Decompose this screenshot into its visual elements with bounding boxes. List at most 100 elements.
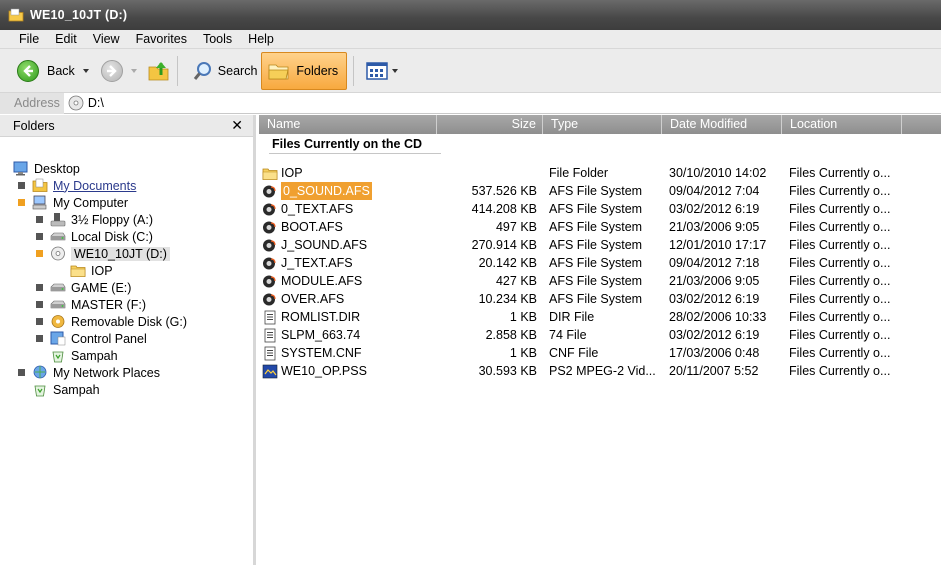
forward-arrow-icon bbox=[100, 59, 123, 82]
tree-item-label: GAME (E:) bbox=[71, 280, 132, 295]
folders-label: Folders bbox=[296, 63, 339, 78]
file-row[interactable]: OVER.AFS 10.234 KB AFS File System 03/02/20… bbox=[259, 290, 941, 308]
tree-item[interactable]: Control Panel bbox=[36, 330, 147, 347]
expand-toggle[interactable] bbox=[36, 250, 43, 257]
file-name-cell: SYSTEM.CNF bbox=[262, 344, 437, 362]
file-size: 30.593 KB bbox=[478, 364, 537, 378]
file-row[interactable]: J_SOUND.AFS 270.914 KB AFS File System 12/0… bbox=[259, 236, 941, 254]
tree-item[interactable]: Removable Disk (G:) bbox=[36, 313, 187, 330]
file-row[interactable]: IOP File Folder 30/10/2010 14:02 Files Curr… bbox=[259, 164, 941, 182]
column-type[interactable]: Type bbox=[543, 115, 662, 134]
file-row[interactable]: WE10_OP.PSS 30.593 KB PS2 MPEG-2 Vid... 20/… bbox=[259, 362, 941, 380]
chevron-down-icon[interactable] bbox=[82, 68, 89, 73]
group-header: Files Currently on the CD bbox=[269, 137, 441, 154]
forward-button[interactable] bbox=[100, 52, 137, 90]
file-row[interactable]: ROMLIST.DIR 1 KB DIR File 28/02/2006 10:33 F… bbox=[259, 308, 941, 326]
file-size: 497 KB bbox=[495, 220, 537, 234]
back-button[interactable]: Back bbox=[17, 52, 89, 90]
file-date: 20/11/2007 5:52 bbox=[669, 364, 759, 378]
tree-item[interactable]: MASTER (F:) bbox=[36, 296, 146, 313]
file-name-cell: J_TEXT.AFS bbox=[262, 254, 437, 272]
tree-item[interactable]: My Computer bbox=[18, 194, 128, 211]
menu-edit[interactable]: Edit bbox=[47, 32, 85, 46]
file-row[interactable]: 0_TEXT.AFS 414.208 KB AFS File System 03/02… bbox=[259, 200, 941, 218]
file-row[interactable]: BOOT.AFS 497 KB AFS File System 21/03/2006 … bbox=[259, 218, 941, 236]
folder-icon bbox=[70, 263, 86, 278]
file-row[interactable]: MODULE.AFS 427 KB AFS File System 21/03/200… bbox=[259, 272, 941, 290]
up-folder-button[interactable] bbox=[147, 52, 171, 90]
menu-file[interactable]: File bbox=[0, 32, 47, 46]
cd-icon bbox=[68, 95, 84, 111]
chevron-down-icon[interactable] bbox=[130, 68, 137, 73]
tree-item[interactable]: IOP bbox=[56, 262, 113, 279]
file-row[interactable]: 0_SOUND.AFS 537.526 KB AFS File System 09/0… bbox=[259, 182, 941, 200]
menu-help[interactable]: Help bbox=[240, 32, 282, 46]
file-name: WE10_OP.PSS bbox=[281, 364, 367, 378]
file-name: MODULE.AFS bbox=[281, 274, 363, 288]
tree-item[interactable]: WE10_10JT (D:) bbox=[36, 245, 170, 262]
expand-toggle[interactable] bbox=[18, 182, 25, 189]
menu-favorites[interactable]: Favorites bbox=[128, 32, 195, 46]
expand-toggle[interactable] bbox=[18, 199, 25, 206]
file-date: 03/02/2012 6:19 bbox=[669, 328, 760, 342]
file-location: Files Currently o... bbox=[789, 256, 891, 270]
file-size: 10.234 KB bbox=[478, 292, 537, 306]
column-name[interactable]: Name bbox=[259, 115, 437, 134]
file-type: AFS File System bbox=[549, 238, 643, 252]
column-header: Name Size Type Date Modified Location bbox=[259, 115, 941, 134]
expand-toggle[interactable] bbox=[18, 369, 25, 376]
tree-item[interactable]: Sampah bbox=[18, 381, 100, 398]
tree-item[interactable]: My Documents bbox=[18, 177, 136, 194]
tree-item[interactable]: Local Disk (C:) bbox=[36, 228, 153, 245]
expand-toggle[interactable] bbox=[36, 216, 43, 223]
generic-file-icon bbox=[262, 310, 278, 325]
tree-item-label: MASTER (F:) bbox=[71, 297, 146, 312]
column-location[interactable]: Location bbox=[782, 115, 902, 134]
tree-item-label: 3½ Floppy (A:) bbox=[71, 212, 153, 227]
title-bar[interactable]: WE10_10JT (D:) bbox=[0, 0, 941, 30]
search-button[interactable]: Search bbox=[192, 52, 257, 90]
menu-tools[interactable]: Tools bbox=[195, 32, 240, 46]
file-name-cell: BOOT.AFS bbox=[262, 218, 437, 236]
tree-item[interactable]: Desktop bbox=[13, 160, 80, 177]
afs-file-icon bbox=[262, 274, 278, 289]
file-row[interactable]: SYSTEM.CNF 1 KB CNF File 17/03/2006 0:48 Fil… bbox=[259, 344, 941, 362]
file-location: Files Currently o... bbox=[789, 310, 891, 324]
expand-toggle[interactable] bbox=[36, 284, 43, 291]
file-type: 74 File bbox=[549, 328, 587, 342]
file-row[interactable]: SLPM_663.74 2.858 KB 74 File 03/02/2012 6:1… bbox=[259, 326, 941, 344]
tree-item[interactable]: 3½ Floppy (A:) bbox=[36, 211, 153, 228]
column-date-modified[interactable]: Date Modified bbox=[662, 115, 782, 134]
control-panel-icon bbox=[50, 331, 66, 346]
tree-item[interactable]: My Network Places bbox=[18, 364, 160, 381]
expand-toggle[interactable] bbox=[36, 233, 43, 240]
file-name: 0_SOUND.AFS bbox=[281, 182, 372, 200]
menu-view[interactable]: View bbox=[85, 32, 128, 46]
folders-pane-title: Folders bbox=[13, 118, 55, 133]
expand-toggle[interactable] bbox=[36, 318, 43, 325]
file-name: 0_TEXT.AFS bbox=[281, 202, 354, 216]
folders-pane: Folders ✕ Desktop My Documents My Computer… bbox=[0, 115, 256, 565]
column-size[interactable]: Size bbox=[437, 115, 543, 134]
file-size: 414.208 KB bbox=[471, 202, 537, 216]
address-input[interactable]: D:\ bbox=[88, 96, 104, 110]
file-size: 20.142 KB bbox=[478, 256, 537, 270]
close-icon[interactable]: ✕ bbox=[231, 117, 243, 134]
tree-item[interactable]: Sampah bbox=[36, 347, 118, 364]
file-date: 17/03/2006 0:48 bbox=[669, 346, 760, 360]
tree-item-label: My Computer bbox=[53, 195, 129, 210]
file-size: 427 KB bbox=[495, 274, 537, 288]
file-row[interactable]: J_TEXT.AFS 20.142 KB AFS File System 09/04/… bbox=[259, 254, 941, 272]
afs-file-icon bbox=[262, 292, 278, 307]
folders-button[interactable]: Folders bbox=[261, 51, 348, 90]
expand-toggle[interactable] bbox=[36, 301, 43, 308]
tree-item[interactable]: GAME (E:) bbox=[36, 279, 131, 296]
expand-toggle[interactable] bbox=[36, 335, 43, 342]
removable-icon bbox=[50, 314, 66, 329]
chevron-down-icon[interactable] bbox=[392, 68, 399, 73]
file-name-cell: J_SOUND.AFS bbox=[262, 236, 437, 254]
views-button[interactable] bbox=[366, 52, 399, 90]
file-name: IOP bbox=[281, 166, 303, 180]
tree-item-label: My Network Places bbox=[53, 365, 160, 380]
file-list-pane: Name Size Type Date Modified Location Fi… bbox=[259, 115, 941, 565]
